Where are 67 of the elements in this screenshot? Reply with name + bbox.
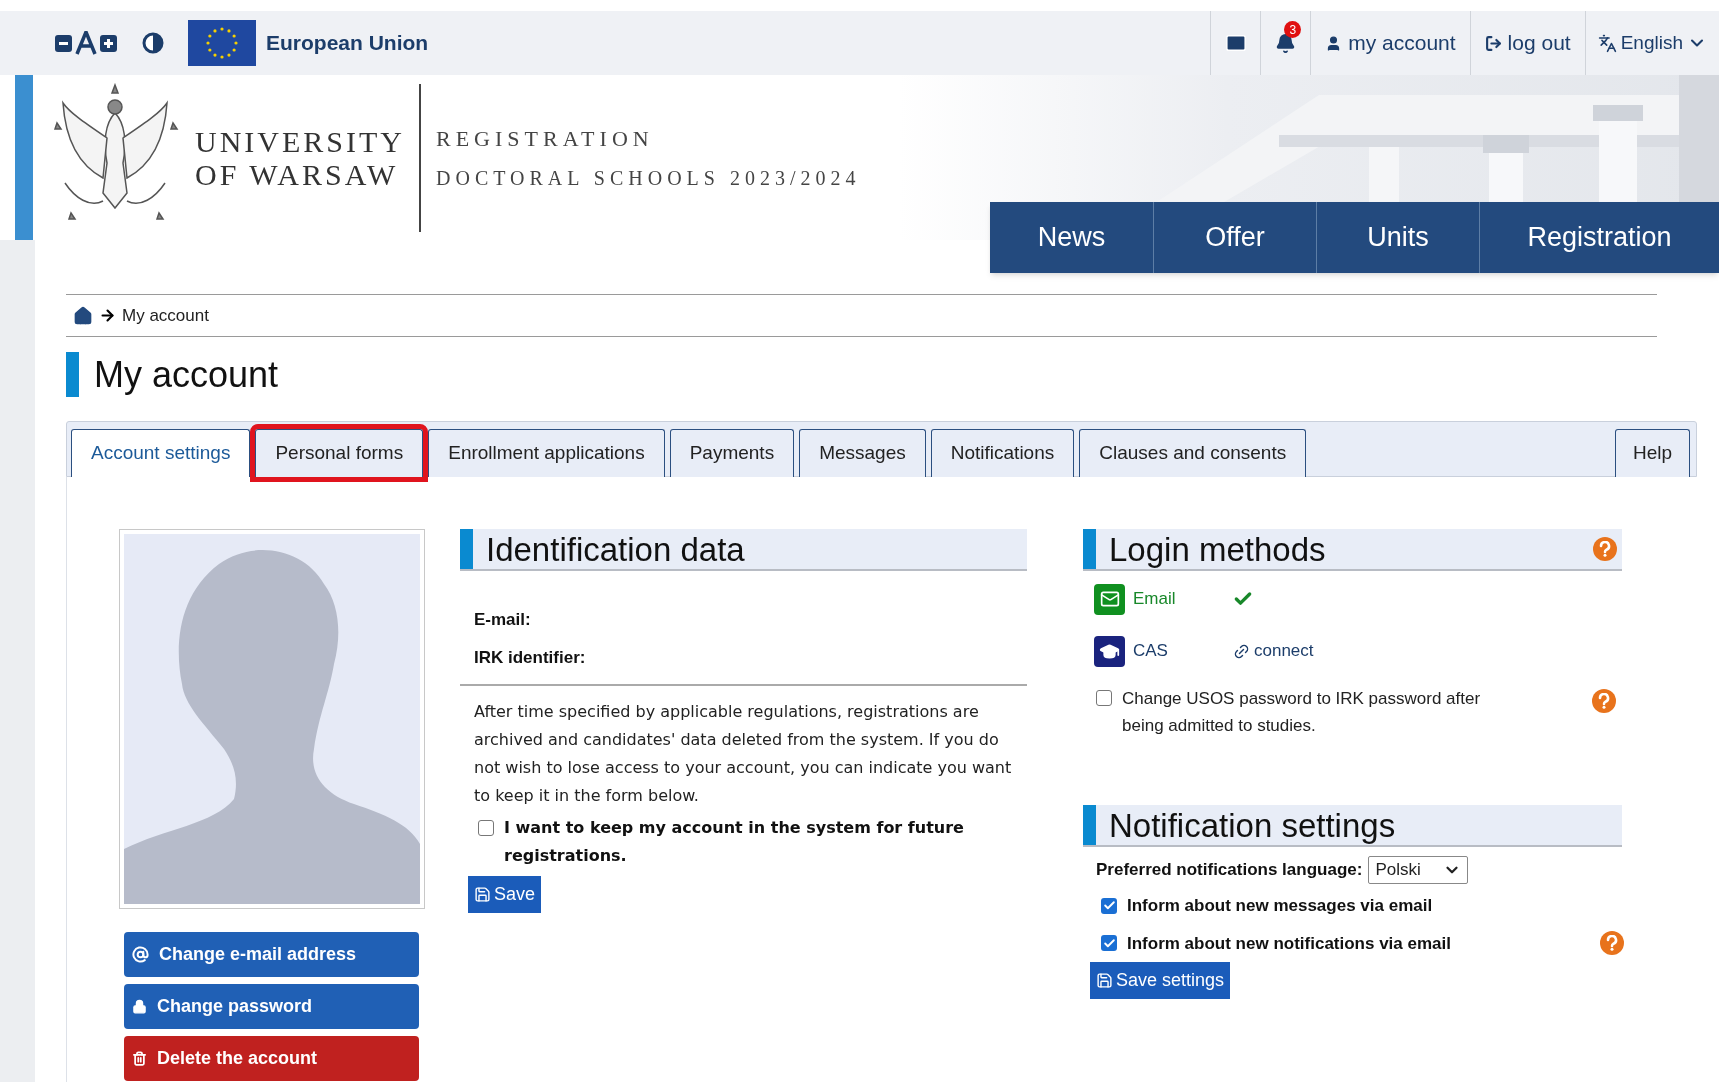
at-icon: [132, 946, 149, 963]
nav-item[interactable]: Units: [1316, 202, 1479, 273]
eu-flag-icon: [188, 20, 256, 66]
eu-label: European Union: [266, 30, 429, 57]
checkbox-label: Inform about new messages via email: [1127, 895, 1433, 917]
nav-item[interactable]: News: [990, 202, 1153, 273]
checkbox-label: Change USOS password to IRK password after being admitted to studies.: [1122, 688, 1482, 737]
login-method-name: CAS: [1133, 640, 1169, 663]
tab[interactable]: Notifications: [930, 429, 1075, 477]
tab[interactable]: Account settings: [71, 429, 251, 477]
registration-title: REGISTRATION: [436, 125, 655, 153]
section-title: Notification settings: [1109, 808, 1397, 842]
accent-bar: [1083, 805, 1096, 845]
arrow-icon: [99, 307, 116, 324]
login-method-name: Email: [1133, 588, 1177, 611]
envelope-icon: [1094, 583, 1125, 615]
checkbox-label: Inform about new notifications via email: [1127, 932, 1451, 955]
tab[interactable]: Clauses and consents: [1079, 429, 1307, 477]
font-size-icon[interactable]: [75, 31, 97, 55]
help-icon[interactable]: [1600, 931, 1624, 956]
breadcrumb-item: My account: [122, 304, 209, 327]
tab[interactable]: Payments: [669, 429, 795, 477]
bell-icon: [1275, 32, 1297, 54]
section-title: Identification data: [486, 532, 746, 566]
change-password-button[interactable]: Change password: [124, 984, 419, 1029]
tab[interactable]: Help: [1614, 429, 1690, 477]
decrease-font-icon[interactable]: [55, 34, 72, 52]
language-select[interactable]: Polski: [1368, 856, 1469, 884]
archive-notice: After time specified by applicable regulations, registrations are archived and candidates' data deleted from the system. If you do not wish to lose access to your account, you can indicate you want to keep it in the form below.: [473, 701, 1013, 807]
save-button[interactable]: Save: [468, 876, 542, 913]
page-title: My account: [94, 352, 279, 397]
increase-font-icon[interactable]: [100, 34, 117, 52]
language-label: Preferred notifications language:: [1096, 859, 1363, 882]
tab[interactable]: Messages: [799, 429, 926, 477]
section-title: Login methods: [1109, 532, 1327, 566]
floppy-icon: [474, 886, 491, 903]
trash-icon: [132, 1051, 147, 1066]
tab[interactable]: Enrollment applications: [428, 429, 665, 477]
accent-bar: [1083, 529, 1096, 569]
nav-item[interactable]: Offer: [1153, 202, 1316, 273]
help-icon[interactable]: [1593, 537, 1617, 561]
save-settings-button[interactable]: Save settings: [1090, 962, 1231, 999]
graduation-cap-icon: [1094, 635, 1125, 667]
checkbox[interactable]: [1096, 690, 1112, 706]
floppy-icon: [1096, 972, 1113, 989]
language-icon: [1597, 33, 1617, 53]
help-icon[interactable]: [1592, 689, 1616, 713]
checkbox[interactable]: [478, 820, 494, 836]
field-label: E-mail:: [474, 609, 532, 631]
nav-item[interactable]: Registration: [1479, 202, 1719, 273]
lock-icon: [132, 999, 147, 1014]
checkbox-label: I want to keep my account in the system for future registrations.: [504, 817, 965, 867]
change-email-button[interactable]: Change e-mail address: [124, 932, 419, 977]
logout-icon: [1484, 34, 1502, 52]
connect-link[interactable]: connect: [1233, 638, 1314, 664]
delete-account-button[interactable]: Delete the account: [124, 1036, 419, 1081]
university-name: OF WARSAW: [195, 157, 400, 191]
accent-bar: [66, 352, 79, 397]
contrast-icon[interactable]: [142, 32, 164, 54]
field-label: IRK identifier:: [474, 646, 587, 669]
checkbox[interactable]: [1101, 897, 1117, 914]
registration-subtitle: DOCTORAL SCHOOLS 2023/2024: [436, 166, 861, 191]
checkbox[interactable]: [1101, 935, 1117, 952]
home-icon[interactable]: [73, 305, 93, 326]
notification-badge: 3: [1284, 21, 1302, 38]
accent-bar: [460, 529, 473, 569]
university-name: UNIVERSITY: [195, 124, 405, 158]
